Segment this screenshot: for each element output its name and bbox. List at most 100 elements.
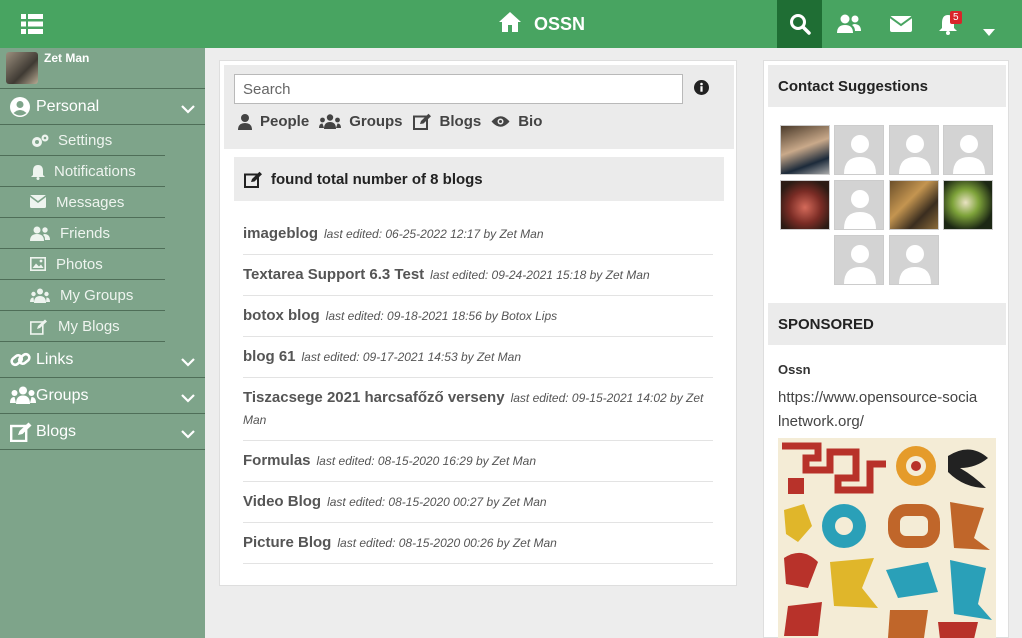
edit-icon bbox=[10, 422, 32, 447]
blog-title[interactable]: Video Blog bbox=[243, 493, 321, 510]
sidebar-item-notifications[interactable]: Notifications bbox=[0, 156, 165, 187]
sidebar-section-label: Blogs bbox=[36, 422, 77, 440]
search-icon bbox=[789, 14, 811, 35]
friends-icon[interactable] bbox=[836, 14, 862, 39]
dropdown-caret-icon[interactable] bbox=[982, 24, 996, 42]
default-user-icon bbox=[899, 135, 931, 174]
envelope-icon bbox=[29, 195, 47, 212]
sidebar-item-label: Photos bbox=[56, 255, 103, 273]
results-summary-text: found total number of 8 blogs bbox=[271, 170, 483, 188]
group-icon bbox=[319, 114, 342, 129]
list-item[interactable]: imageblog last edited: 06-25-2022 12:17 b… bbox=[243, 214, 713, 255]
default-user-icon bbox=[844, 190, 876, 229]
chevron-down-icon[interactable] bbox=[181, 426, 195, 444]
top-bar: OSSN 5 bbox=[0, 0, 1022, 48]
eye-icon bbox=[491, 116, 510, 127]
search-input[interactable] bbox=[234, 74, 683, 104]
info-icon[interactable] bbox=[694, 80, 709, 100]
blog-title[interactable]: Picture Blog bbox=[243, 534, 331, 551]
list-item[interactable]: Textarea Support 6.3 Test last edited: 09… bbox=[243, 255, 713, 296]
chevron-down-icon[interactable] bbox=[181, 354, 195, 372]
blog-title[interactable]: Formulas bbox=[243, 452, 311, 469]
search-button[interactable] bbox=[777, 0, 822, 48]
suggested-contact-avatar[interactable] bbox=[780, 125, 830, 175]
blog-meta: last edited: 09-17-2021 14:53 by Zet Man bbox=[301, 350, 521, 364]
sidebar-item-settings[interactable]: Settings bbox=[0, 125, 165, 156]
sidebar-item-label: My Groups bbox=[60, 286, 134, 304]
user-name[interactable]: Zet Man bbox=[44, 51, 89, 65]
list-item[interactable]: Formulas last edited: 08-15-2020 16:29 by… bbox=[243, 441, 713, 482]
chevron-down-icon[interactable] bbox=[181, 101, 195, 119]
filter-label: Blogs bbox=[439, 113, 482, 130]
messages-icon[interactable] bbox=[889, 16, 913, 37]
list-item[interactable]: blog 61 last edited: 09-17-2021 14:53 by … bbox=[243, 337, 713, 378]
default-user-icon bbox=[899, 245, 931, 284]
suggested-contact-avatar[interactable] bbox=[834, 180, 884, 230]
user-icon bbox=[238, 113, 252, 130]
filter-groups[interactable]: Groups bbox=[319, 113, 403, 130]
blog-meta: last edited: 09-18-2021 18:56 by Botox L… bbox=[325, 309, 558, 323]
suggested-contact-avatar[interactable] bbox=[889, 235, 939, 285]
suggested-contact-avatar[interactable] bbox=[834, 125, 884, 175]
suggested-contact-avatar[interactable] bbox=[889, 180, 939, 230]
notification-badge: 5 bbox=[950, 11, 962, 24]
list-item[interactable]: Tiszacsege 2021 harcsafőző verseny last e… bbox=[243, 378, 713, 441]
group-icon bbox=[30, 288, 50, 307]
default-user-icon bbox=[953, 135, 985, 174]
sidebar-section-groups[interactable]: Groups bbox=[0, 378, 205, 414]
sidebar-section-label: Personal bbox=[36, 97, 100, 115]
sidebar-section-label: Links bbox=[36, 350, 74, 368]
blog-title[interactable]: Textarea Support 6.3 Test bbox=[243, 266, 424, 283]
suggested-contact-avatar[interactable] bbox=[943, 180, 993, 230]
filter-label: Groups bbox=[349, 113, 403, 130]
blog-title[interactable]: blog 61 bbox=[243, 348, 296, 365]
blog-title[interactable]: imageblog bbox=[243, 225, 318, 242]
avatar[interactable] bbox=[6, 52, 38, 84]
sidebar-item-label: My Blogs bbox=[58, 317, 120, 335]
sponsor-name[interactable]: Ossn bbox=[778, 362, 811, 377]
sidebar-section-blogs[interactable]: Blogs bbox=[0, 414, 205, 450]
suggested-contact-avatar[interactable] bbox=[943, 125, 993, 175]
menu-grid-icon[interactable] bbox=[21, 13, 43, 35]
suggested-contact-avatar[interactable] bbox=[889, 125, 939, 175]
blog-title[interactable]: botox blog bbox=[243, 307, 320, 324]
filter-people[interactable]: People bbox=[238, 113, 309, 130]
sidebar-item-messages[interactable]: Messages bbox=[0, 187, 165, 218]
list-item[interactable]: Picture Blog last edited: 08-15-2020 00:2… bbox=[243, 523, 713, 564]
sidebar-item-label: Notifications bbox=[54, 162, 136, 180]
home-icon bbox=[498, 11, 522, 38]
blog-title[interactable]: Tiszacsege 2021 harcsafőző verseny bbox=[243, 389, 505, 406]
sidebar-item-my-blogs[interactable]: My Blogs bbox=[0, 311, 165, 342]
blog-meta: last edited: 09-24-2021 15:18 by Zet Man bbox=[430, 268, 650, 282]
sponsor-url[interactable]: https://www.opensource-socialnetwork.org… bbox=[778, 386, 978, 434]
image-icon bbox=[30, 257, 46, 275]
blog-meta: last edited: 08-15-2020 16:29 by Zet Man bbox=[316, 454, 536, 468]
blog-meta: last edited: 06-25-2022 12:17 by Zet Man bbox=[324, 227, 544, 241]
suggested-contact-avatar[interactable] bbox=[834, 235, 884, 285]
sidebar-item-my-groups[interactable]: My Groups bbox=[0, 280, 165, 311]
chevron-down-icon[interactable] bbox=[181, 390, 195, 408]
list-item[interactable]: botox blog last edited: 09-18-2021 18:56 … bbox=[243, 296, 713, 337]
search-results-panel: People Groups Blogs Bio found total numb… bbox=[219, 60, 737, 586]
gears-icon bbox=[30, 133, 50, 153]
sponsored-image[interactable] bbox=[778, 438, 996, 638]
edit-icon bbox=[244, 171, 262, 188]
sidebar-section-links[interactable]: Links bbox=[0, 342, 205, 378]
sidebar-item-friends[interactable]: Friends bbox=[0, 218, 165, 249]
contact-suggestions-heading: Contact Suggestions bbox=[768, 65, 1006, 107]
default-user-icon bbox=[844, 135, 876, 174]
groups-icon bbox=[10, 386, 36, 409]
filter-blogs[interactable]: Blogs bbox=[412, 113, 482, 130]
blog-meta: last edited: 08-15-2020 00:26 by Zet Man bbox=[337, 536, 557, 550]
sidebar-item-label: Settings bbox=[58, 131, 113, 149]
sidebar-item-photos[interactable]: Photos bbox=[0, 249, 165, 280]
suggested-contact-avatar[interactable] bbox=[780, 180, 830, 230]
list-item[interactable]: Video Blog last edited: 08-15-2020 00:27 … bbox=[243, 482, 713, 523]
right-sidebar: Contact Suggestions SPONSORED Ossn https… bbox=[763, 60, 1009, 638]
filter-bio[interactable]: Bio bbox=[491, 113, 542, 130]
search-box: People Groups Blogs Bio bbox=[224, 65, 734, 149]
home-link[interactable]: OSSN bbox=[498, 11, 585, 38]
sidebar-user[interactable]: Zet Man bbox=[0, 48, 205, 89]
sidebar-item-label: Messages bbox=[56, 193, 125, 211]
sidebar-section-personal[interactable]: Personal bbox=[0, 89, 205, 125]
